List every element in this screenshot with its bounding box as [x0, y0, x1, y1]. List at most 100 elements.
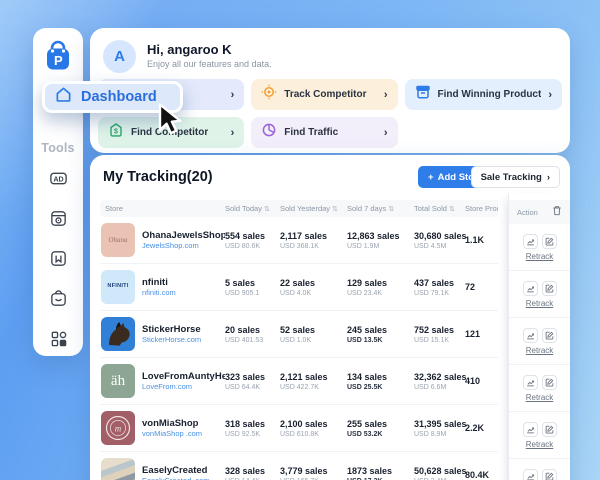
- target-icon: [261, 84, 277, 105]
- edit-icon[interactable]: [542, 328, 557, 343]
- nav-card-empty: [405, 117, 562, 148]
- product-box-icon: [415, 84, 431, 105]
- action-rows: Retrack Retrack: [509, 224, 570, 480]
- app-logo-shopping-bag-icon[interactable]: P: [40, 39, 76, 75]
- store-cell: Ohana OhanaJewelsShop JewelsShop.com: [100, 223, 225, 257]
- total-sold-cell: 752 salesUSD 15.1K: [414, 325, 465, 344]
- store-domain-link[interactable]: vonMiaShop .com: [142, 429, 202, 438]
- greeting-subtitle: Enjoy all our features and data.: [147, 59, 272, 69]
- store-name: LoveFromAuntyHelen: [142, 371, 225, 382]
- analytics-chart-icon[interactable]: [523, 375, 538, 390]
- sort-icon[interactable]: ⇅: [332, 205, 338, 213]
- sale-tracking-button[interactable]: Sale Tracking ›: [471, 166, 560, 188]
- store-domain-link[interactable]: StickerHorse.com: [142, 335, 201, 344]
- nav-card-find-traffic[interactable]: Find Traffic ›: [251, 117, 397, 148]
- store-name: OhanaJewelsShop: [142, 230, 225, 241]
- retrack-link[interactable]: Retrack: [526, 252, 554, 261]
- column-header[interactable]: Total Sold⇅: [414, 204, 465, 213]
- store-logo: Ohana: [101, 223, 135, 257]
- svg-text:P: P: [54, 53, 63, 68]
- analytics-chart-icon[interactable]: [523, 328, 538, 343]
- sold-7days-cell: 129 salesUSD 23.4K: [347, 278, 414, 297]
- chevron-right-icon: ›: [384, 89, 388, 101]
- store-name: StickerHorse: [142, 324, 201, 335]
- user-avatar[interactable]: A: [103, 40, 136, 73]
- retrack-link[interactable]: Retrack: [526, 393, 554, 402]
- analytics-chart-icon[interactable]: [523, 422, 538, 437]
- store-domain-link[interactable]: LoveFrom.com: [142, 382, 225, 391]
- table-header-row: StoreSold Today⇅Sold Yesterday⇅Sold 7 da…: [100, 200, 498, 217]
- column-header[interactable]: Sold 7 days⇅: [347, 204, 414, 213]
- total-sold-cell: 50,628 salesUSD 2.4M: [414, 466, 465, 480]
- table-row[interactable]: äh LoveFromAuntyHelen LoveFrom.com 323 s…: [100, 358, 498, 405]
- bookmark-tool-icon[interactable]: [49, 249, 68, 268]
- sold-yesterday-cell: 22 salesUSD 4.0K: [280, 278, 347, 297]
- action-column-header: Action: [509, 200, 570, 224]
- chevron-right-icon: ›: [384, 127, 388, 139]
- analytics-chart-icon[interactable]: [523, 469, 538, 480]
- shop-bag-tool-icon[interactable]: [49, 289, 68, 308]
- column-header[interactable]: Sold Today⇅: [225, 204, 280, 213]
- table-row[interactable]: NFINITI nfiniti nfiniti.com 5 salesUSD 9…: [100, 264, 498, 311]
- analytics-chart-icon[interactable]: [523, 234, 538, 249]
- store-logo: m: [101, 411, 135, 445]
- store-logo: NFINITI: [101, 270, 135, 304]
- sold-7days-cell: 245 salesUSD 13.5K: [347, 325, 414, 344]
- total-sold-cell: 31,395 salesUSD 8.9M: [414, 419, 465, 438]
- chevron-right-icon: ›: [548, 89, 552, 101]
- store-domain-link[interactable]: JewelsShop.com: [142, 241, 225, 250]
- column-header[interactable]: Sold Yesterday⇅: [280, 204, 347, 213]
- analytics-chart-icon[interactable]: [523, 281, 538, 296]
- home-icon: [55, 86, 72, 108]
- trash-icon[interactable]: [552, 203, 562, 221]
- product-research-tool-icon[interactable]: [49, 209, 68, 228]
- retrack-link[interactable]: Retrack: [526, 299, 554, 308]
- sold-7days-cell: 1873 salesUSD 17.3K: [347, 466, 414, 480]
- tools-section-label: Tools: [41, 141, 74, 155]
- store-domain-link[interactable]: nfiniti.com: [142, 288, 176, 297]
- store-products-cell: 410: [465, 376, 498, 386]
- sort-icon[interactable]: ⇅: [388, 205, 394, 213]
- action-row: Retrack: [509, 459, 570, 480]
- store-name: EaselyCreated: [142, 465, 210, 476]
- edit-icon[interactable]: [542, 422, 557, 437]
- chevron-right-icon: ›: [547, 172, 550, 183]
- table-body: Ohana OhanaJewelsShop JewelsShop.com 554…: [100, 217, 498, 480]
- apps-grid-tool-icon[interactable]: [49, 329, 68, 348]
- sort-icon[interactable]: ⇅: [449, 205, 455, 213]
- sold-7days-cell: 255 salesUSD 53.2K: [347, 419, 414, 438]
- store-cell: m vonMiaShop vonMiaShop .com: [100, 411, 225, 445]
- sold-yesterday-cell: 2,121 salesUSD 422.7K: [280, 372, 347, 391]
- tracking-title: My Tracking(20): [103, 169, 213, 185]
- edit-icon[interactable]: [542, 375, 557, 390]
- nav-card-find-winning-product[interactable]: Find Winning Product ›: [405, 79, 562, 110]
- tools-icon-list: AD: [49, 169, 68, 348]
- retrack-link[interactable]: Retrack: [526, 440, 554, 449]
- table-row[interactable]: Ohana OhanaJewelsShop JewelsShop.com 554…: [100, 217, 498, 264]
- total-sold-cell: 30,680 salesUSD 4.5M: [414, 231, 465, 250]
- store-logo: [101, 317, 135, 351]
- store-products-cell: 1.1K: [465, 235, 498, 245]
- pie-chart-icon: [261, 122, 277, 143]
- store-cell: äh LoveFromAuntyHelen LoveFrom.com: [100, 364, 225, 398]
- sold-today-cell: 20 salesUSD 401.53: [225, 325, 280, 344]
- svg-text:m: m: [115, 424, 122, 434]
- table-row[interactable]: EaselyCreated EaselyCreated .com 328 sal…: [100, 452, 498, 480]
- store-domain-link[interactable]: EaselyCreated .com: [142, 476, 210, 480]
- edit-icon[interactable]: [542, 469, 557, 480]
- ad-tool-icon[interactable]: AD: [49, 169, 68, 188]
- dollar-store-icon: $: [108, 122, 124, 143]
- mouse-cursor-icon: [157, 103, 187, 144]
- table-row[interactable]: StickerHorse StickerHorse.com 20 salesUS…: [100, 311, 498, 358]
- edit-icon[interactable]: [542, 281, 557, 296]
- table-row[interactable]: m vonMiaShop vonMiaShop .com 318 salesUS…: [100, 405, 498, 452]
- retrack-link[interactable]: Retrack: [526, 346, 554, 355]
- greeting-title: Hi, angaroo K: [147, 42, 232, 57]
- sort-icon[interactable]: ⇅: [264, 205, 270, 213]
- sold-yesterday-cell: 2,100 salesUSD 610.8K: [280, 419, 347, 438]
- dashboard-tooltip-label: Dashboard: [81, 89, 157, 105]
- action-row: Retrack: [509, 412, 570, 459]
- nav-card-track-competitor[interactable]: Track Competitor ›: [251, 79, 397, 110]
- edit-icon[interactable]: [542, 234, 557, 249]
- store-logo: äh: [101, 364, 135, 398]
